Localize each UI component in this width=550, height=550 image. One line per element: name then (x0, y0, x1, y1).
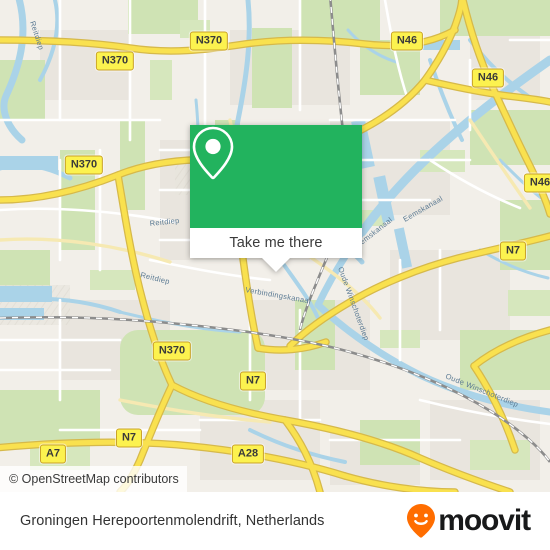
road-shield-n370-2: N370 (64, 155, 104, 175)
map-attribution[interactable]: © OpenStreetMap contributors (0, 466, 187, 492)
card-pointer (262, 258, 290, 272)
location-title: Groningen Herepoortenmolendrift, Netherl… (20, 513, 325, 529)
card-icon-area (190, 125, 362, 228)
road-shield-a7-9: A7 (39, 444, 67, 464)
moovit-pin-smiley-icon (407, 504, 436, 538)
road-shield-n46-4: N46 (471, 68, 505, 88)
road-shield-n370-1: N370 (95, 51, 135, 71)
map-pin-icon (192, 126, 234, 180)
road-shield-n7-6: N7 (499, 241, 527, 261)
card-action-area[interactable]: Take me there (190, 228, 362, 258)
road-shield-n370-0: N370 (189, 31, 229, 51)
road-shield-n46-3: N46 (390, 31, 424, 51)
map-canvas[interactable]: Reitdiep Reitdiep Reitdiep Verbindingska… (0, 0, 550, 492)
moovit-logo[interactable]: moovit (406, 503, 531, 539)
road-shield-n370-7: N370 (152, 341, 192, 361)
page-footer: Groningen Herepoortenmolendrift, Netherl… (0, 492, 550, 550)
take-me-there-label: Take me there (229, 235, 323, 251)
road-shield-n46-5: N46 (523, 173, 550, 193)
moovit-wordmark: moovit (438, 504, 531, 537)
moovit-map-screen: Reitdiep Reitdiep Reitdiep Verbindingska… (0, 0, 550, 550)
road-shield-n7-10: N7 (239, 371, 267, 391)
take-me-there-card[interactable]: Take me there (190, 125, 362, 272)
attribution-text: © OpenStreetMap contributors (9, 472, 179, 486)
road-shield-n7-8: N7 (115, 428, 143, 448)
road-shield-a28-11: A28 (231, 444, 265, 464)
